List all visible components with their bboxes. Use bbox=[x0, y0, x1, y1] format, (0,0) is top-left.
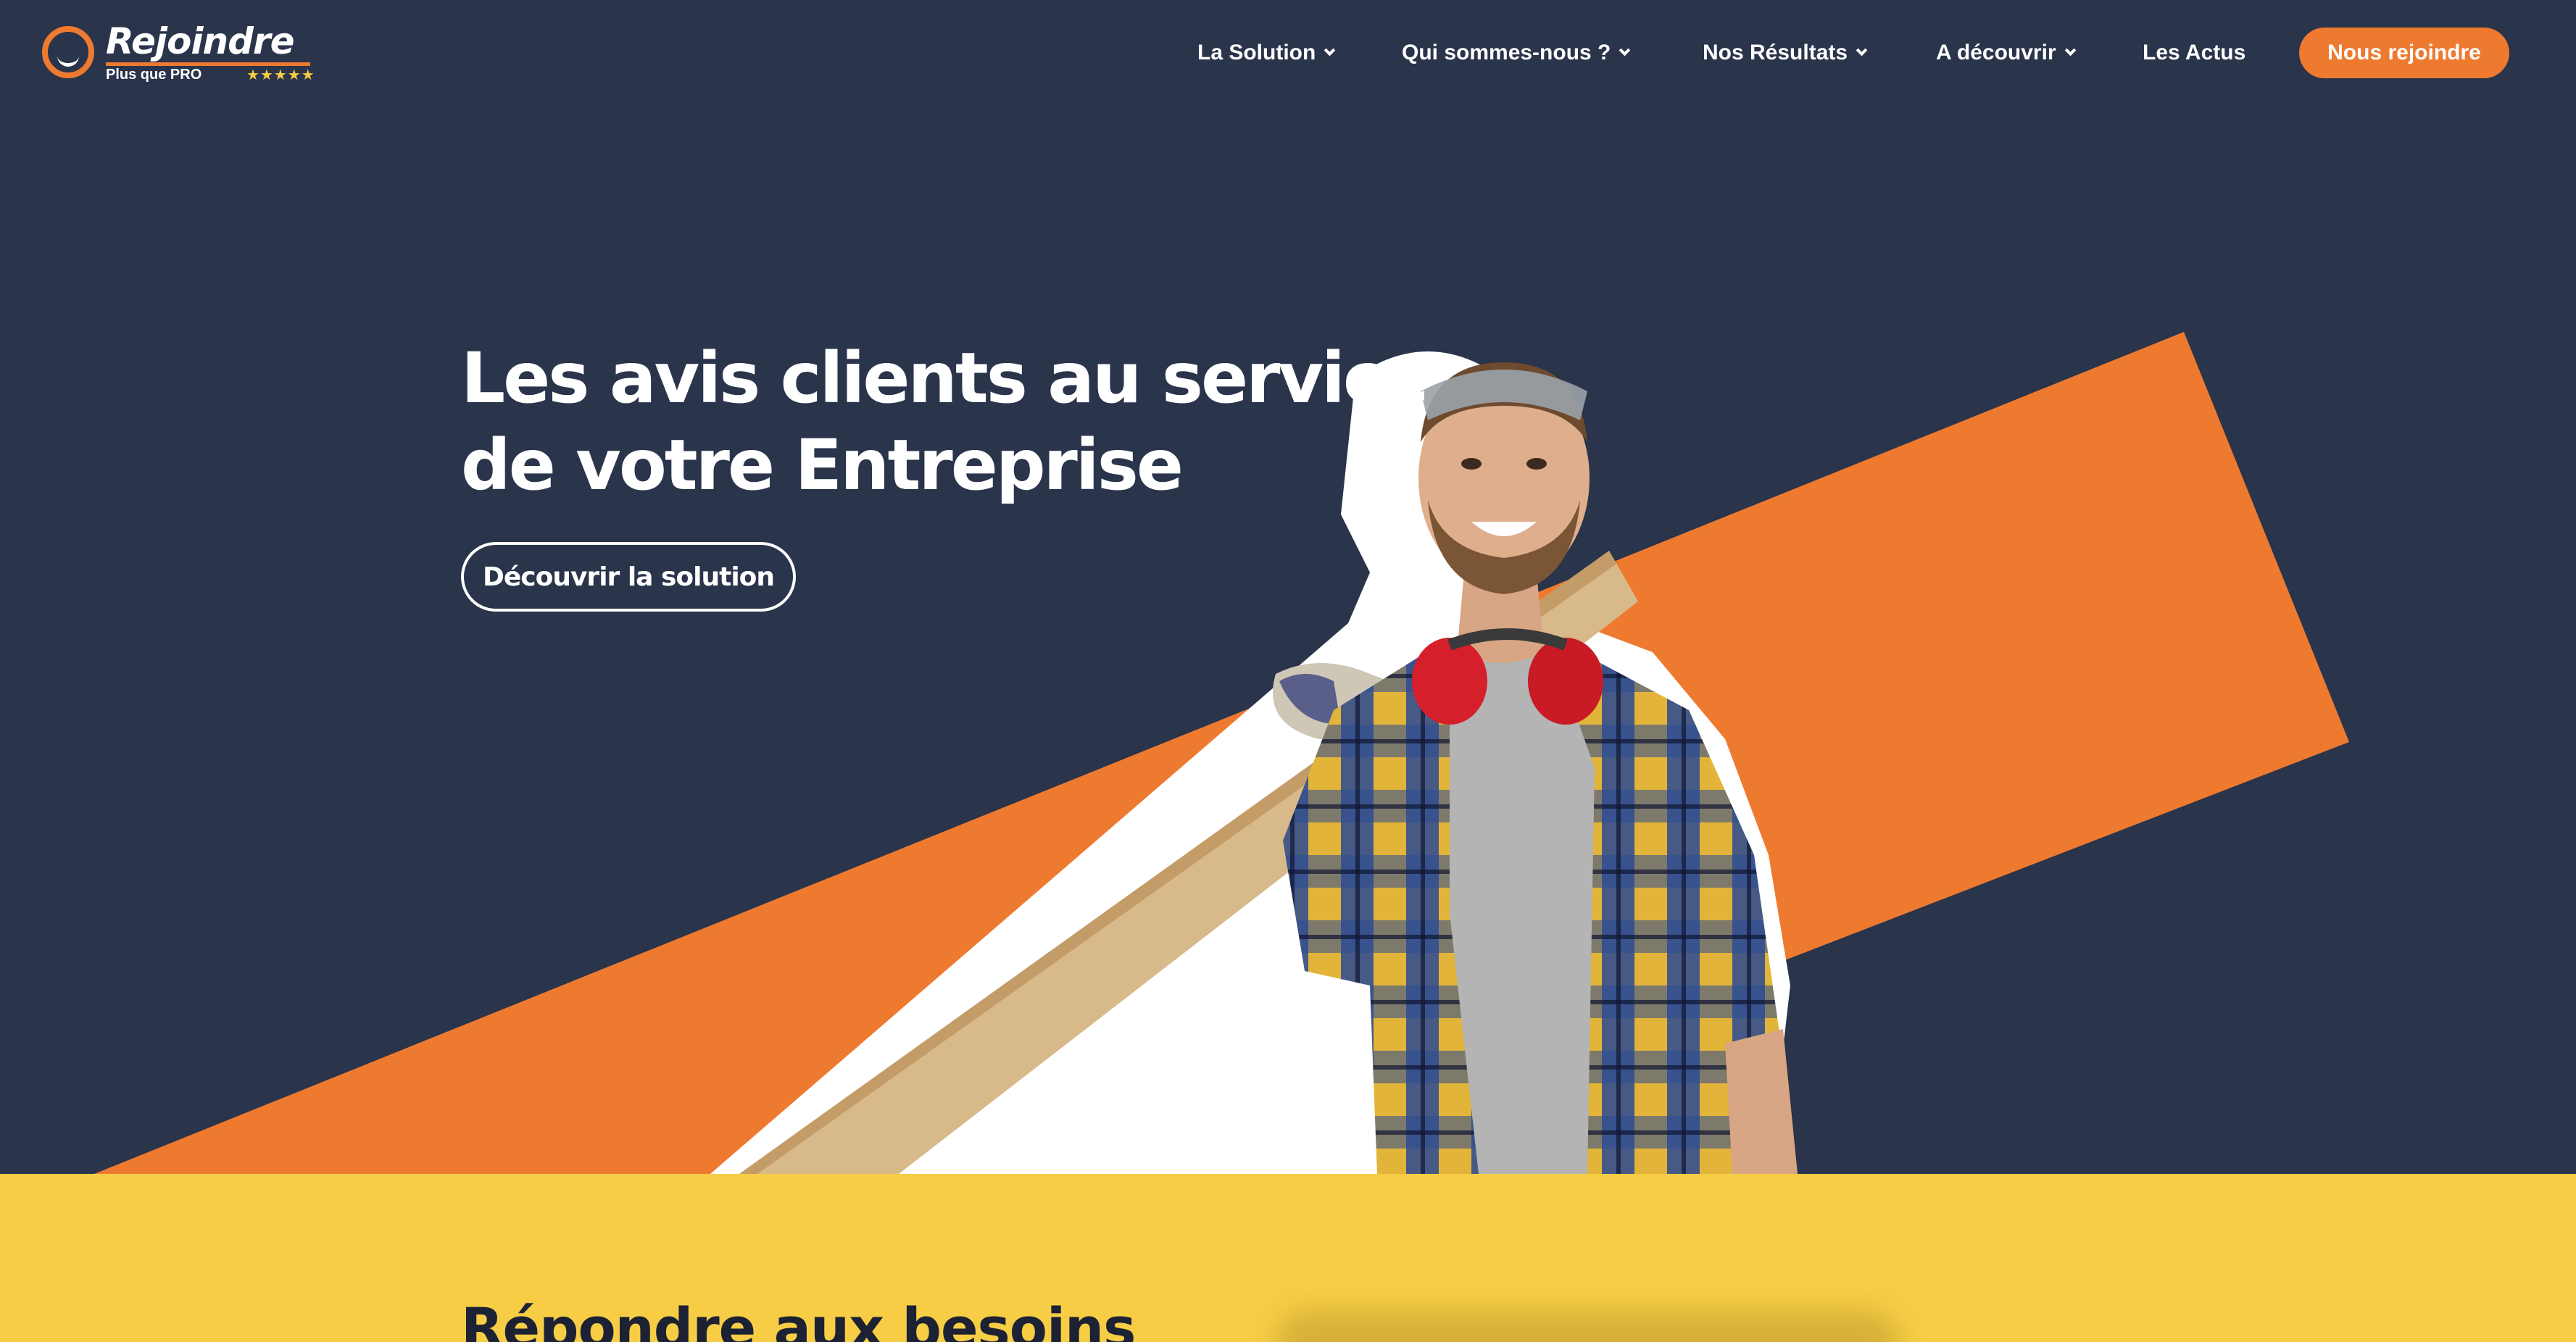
nav-item-label: A découvrir bbox=[1936, 41, 2056, 64]
discover-solution-button[interactable]: Découvrir la solution bbox=[461, 542, 796, 612]
brand-stars-icon: ★★★★★ bbox=[246, 66, 315, 83]
nav-item-label: La Solution bbox=[1197, 41, 1316, 64]
hero-title: Les avis clients au service de votre Ent… bbox=[461, 335, 1429, 509]
nav-item-la-solution[interactable]: La Solution bbox=[1197, 29, 1336, 77]
smile-logo-icon bbox=[42, 26, 94, 78]
nav-item-a-decouvrir[interactable]: A découvrir bbox=[1936, 29, 2076, 77]
join-button[interactable]: Nous rejoindre bbox=[2299, 28, 2509, 78]
nav-item-nos-resultats[interactable]: Nos Résultats bbox=[1703, 29, 1868, 77]
hero-title-line-1: Les avis clients au service bbox=[461, 338, 1429, 419]
section-title: Répondre aux besoins bbox=[461, 1296, 1136, 1342]
chevron-down-icon bbox=[1856, 44, 1868, 56]
needs-section: Répondre aux besoins bbox=[0, 1174, 2576, 1342]
hero-title-line-2: de votre Entreprise bbox=[461, 425, 1184, 506]
nav-item-label: Les Actus bbox=[2143, 41, 2246, 64]
chevron-down-icon bbox=[1619, 44, 1631, 56]
decorative-shadow bbox=[1276, 1312, 1899, 1342]
chevron-down-icon bbox=[1324, 44, 1336, 56]
brand-name: Rejoindre bbox=[106, 20, 295, 62]
chevron-down-icon bbox=[2064, 44, 2076, 56]
nav-item-label: Nos Résultats bbox=[1703, 41, 1848, 64]
nav-item-qui-sommes-nous[interactable]: Qui sommes-nous ? bbox=[1402, 29, 1631, 77]
nav-item-label: Qui sommes-nous ? bbox=[1402, 41, 1611, 64]
nav-item-les-actus[interactable]: Les Actus bbox=[2143, 29, 2245, 77]
site-header: Rejoindre Plus que PRO ★★★★★ La Solution… bbox=[0, 0, 2576, 109]
hero-section: Rejoindre Plus que PRO ★★★★★ La Solution… bbox=[0, 0, 2576, 1174]
logo[interactable]: Rejoindre Plus que PRO ★★★★★ bbox=[42, 20, 315, 87]
brand-tagline: Plus que PRO bbox=[106, 67, 202, 83]
